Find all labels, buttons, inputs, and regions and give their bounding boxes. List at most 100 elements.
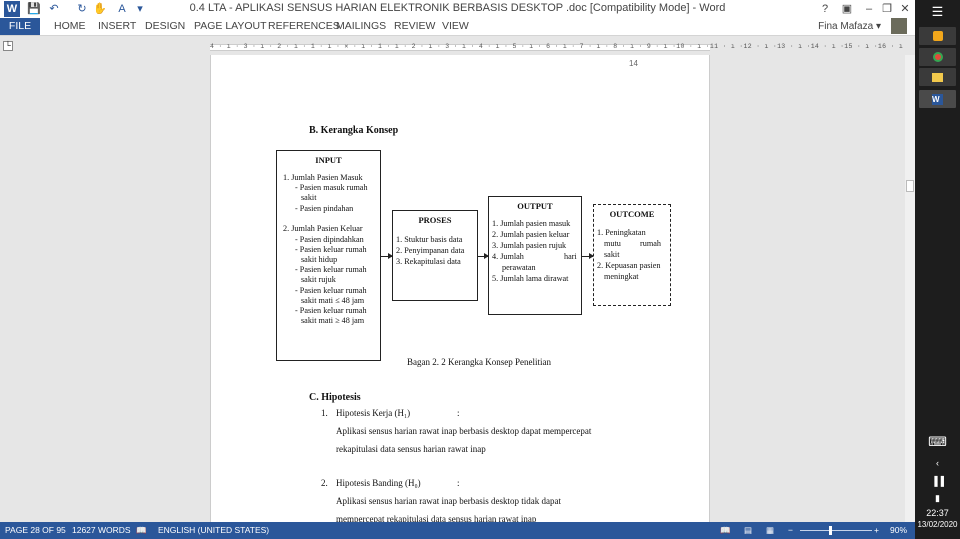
proses-line: 1. Stuktur basis data (396, 235, 463, 244)
outcome-line: mutu (604, 239, 621, 248)
section-b-heading: B. Kerangka Konsep (309, 125, 399, 136)
proses-box-title: PROSES (418, 215, 452, 225)
outcome-line: 2. Kepuasan pasien (597, 261, 661, 270)
scrollbar-thumb[interactable] (906, 180, 914, 192)
close-button[interactable]: ✕ (894, 0, 916, 18)
arrow-proses-to-output (478, 253, 489, 259)
outcome-line: rumah (640, 239, 661, 248)
tab-selector[interactable]: └ (3, 41, 13, 51)
input-line: sakit mati ≤ 48 jam (301, 296, 365, 305)
help-button[interactable]: ? (814, 0, 836, 18)
input-line: sakit hidup (301, 255, 338, 264)
print-layout-icon[interactable]: ▤ (744, 522, 752, 539)
tab-page-layout[interactable]: PAGE LAYOUT (194, 18, 267, 35)
input-line: - Pasien dipindahkan (295, 235, 364, 244)
web-layout-icon[interactable]: ▦ (766, 522, 774, 539)
title-bar: W 💾 ↶ ↻ ✋ A ▾ 0.4 LTA - APLIKASI SENSUS … (0, 0, 915, 18)
input-line: - Pasien keluar rumah (295, 245, 367, 254)
clock-time[interactable]: 22:37 (917, 508, 958, 518)
input-line: 1. Jumlah Pasien Masuk (283, 173, 363, 182)
tab-view[interactable]: VIEW (442, 18, 469, 35)
user-account[interactable]: Fina Mafaza ▾ (818, 18, 881, 35)
ruler-ticks: 4 · ı · 3 · ı · 2 · ı · 1 · ı · ✕ · ı · … (210, 43, 904, 50)
ribbon-display-options-icon[interactable]: ▣ (836, 0, 858, 18)
figure-caption: Bagan 2. 2 Kerangka Konsep Penelitian (407, 357, 551, 367)
tab-mailings[interactable]: MAILINGS (336, 18, 386, 35)
document-area: 14 B. Kerangka Konsep INPUT 1. Jumlah Pa… (0, 55, 905, 522)
tab-insert[interactable]: INSERT (98, 18, 136, 35)
section-c-heading: C. Hipotesis (309, 392, 361, 403)
outcome-line: sakit (604, 250, 620, 259)
arrow-input-to-proses (381, 253, 393, 259)
zoom-in-button[interactable]: + (874, 522, 879, 539)
output-line: 3. Jumlah pasien rujuk (492, 241, 567, 250)
input-box-title: INPUT (315, 155, 342, 165)
hypothesis-1-colon: : (457, 408, 460, 418)
output-line: 5. Jumlah lama dirawat (492, 274, 569, 283)
input-line: sakit mati ≥ 48 jam (301, 316, 365, 325)
avatar[interactable] (891, 18, 907, 34)
input-line: 2. Jumlah Pasien Keluar (283, 224, 363, 233)
zoom-out-button[interactable]: − (788, 522, 793, 539)
battery-icon[interactable]: ▮ (917, 493, 958, 504)
proofing-icon[interactable]: 📖 (136, 522, 147, 539)
hypothesis-1-text: Aplikasi sensus harian rawat inap berbas… (336, 426, 592, 436)
status-bar: PAGE 28 OF 95 12627 WORDS 📖 ENGLISH (UNI… (0, 522, 915, 539)
tab-references[interactable]: REFERENCES (268, 18, 340, 35)
outcome-box-title: OUTCOME (609, 209, 655, 219)
output-line: 1. Jumlah pasien masuk (492, 219, 571, 228)
window-title: 0.4 LTA - APLIKASI SENSUS HARIAN ELEKTRO… (189, 2, 726, 14)
ruler-area: └ 4 · ı · 3 · ı · 2 · ı · 1 · ı · ✕ · ı … (0, 36, 915, 55)
taskbar-app-icon[interactable] (919, 27, 956, 45)
page-count[interactable]: PAGE 28 OF 95 (5, 522, 66, 539)
document-page[interactable]: 14 B. Kerangka Konsep INPUT 1. Jumlah Pa… (210, 55, 710, 522)
ribbon-tabs: FILE HOME INSERT DESIGN PAGE LAYOUT REFE… (0, 18, 915, 36)
output-box-title: OUTPUT (517, 201, 553, 211)
output-line: hari (564, 252, 577, 261)
input-line: - Pasien keluar rumah (295, 265, 367, 274)
zoom-slider-track[interactable] (800, 530, 872, 531)
outcome-line: 1. Peningkatan (597, 228, 646, 237)
user-name: Fina Mafaza (818, 21, 874, 32)
network-icon[interactable]: ▐▐ (917, 476, 958, 486)
proses-line: 2. Penyimpanan data (396, 246, 465, 255)
taskbar: ☰ W ⌨ ‹ ▐▐ ▮ 22:37 13/02/2020 (915, 0, 960, 539)
input-line: - Pasien masuk rumah (295, 183, 368, 192)
language-indicator[interactable]: ENGLISH (UNITED STATES) (158, 522, 269, 539)
input-line: - Pasien keluar rumah (295, 286, 367, 295)
word-count[interactable]: 12627 WORDS (72, 522, 131, 539)
start-menu-icon[interactable]: ☰ (917, 4, 958, 20)
chrome-icon[interactable] (919, 48, 956, 66)
chevron-down-icon: ▾ (875, 21, 881, 32)
output-line: 4. Jumlah (492, 252, 524, 261)
read-mode-icon[interactable]: 📖 (720, 522, 731, 539)
chevron-up-icon[interactable]: ‹ (917, 458, 958, 468)
outcome-line: meningkat (604, 272, 639, 281)
hypothesis-2-label: Hipotesis Banding (H₀) (336, 478, 421, 488)
input-box: INPUT 1. Jumlah Pasien Masuk - Pasien ma… (276, 150, 381, 361)
input-line: sakit rujuk (301, 275, 336, 284)
clock-date[interactable]: 13/02/2020 (917, 520, 958, 529)
keyboard-icon[interactable]: ⌨ (917, 434, 958, 450)
hypothesis-2-text: mempercepat rekapitulasi data sensus har… (336, 514, 537, 522)
hypothesis-1-text: rekapitulasi data sensus harian rawat in… (336, 444, 486, 454)
tab-review[interactable]: REVIEW (394, 18, 435, 35)
tab-design[interactable]: DESIGN (145, 18, 185, 35)
output-box: OUTPUT 1. Jumlah pasien masuk 2. Jumlah … (488, 196, 582, 315)
vertical-scrollbar[interactable] (905, 55, 915, 522)
tab-file[interactable]: FILE (0, 18, 40, 35)
zoom-level[interactable]: 90% (890, 522, 907, 539)
horizontal-ruler[interactable]: 4 · ı · 3 · ı · 2 · ı · 1 · ı · ✕ · ı · … (210, 43, 903, 51)
output-line: perawatan (502, 263, 536, 272)
proses-box: PROSES 1. Stuktur basis data 2. Penyimpa… (392, 210, 478, 301)
tab-home[interactable]: HOME (54, 18, 86, 35)
file-explorer-icon[interactable] (919, 68, 956, 86)
hypothesis-1-label: Hipotesis Kerja (H₁) (336, 408, 411, 418)
hypothesis-2-colon: : (457, 478, 460, 488)
zoom-slider-thumb[interactable] (829, 526, 832, 535)
page-number: 14 (629, 59, 638, 68)
hypothesis-2-text: Aplikasi sensus harian rawat inap berbas… (336, 496, 561, 506)
input-line: sakit (301, 193, 317, 202)
hypothesis-2-number: 2. (321, 478, 328, 488)
word-taskbar-icon[interactable]: W (919, 90, 956, 108)
